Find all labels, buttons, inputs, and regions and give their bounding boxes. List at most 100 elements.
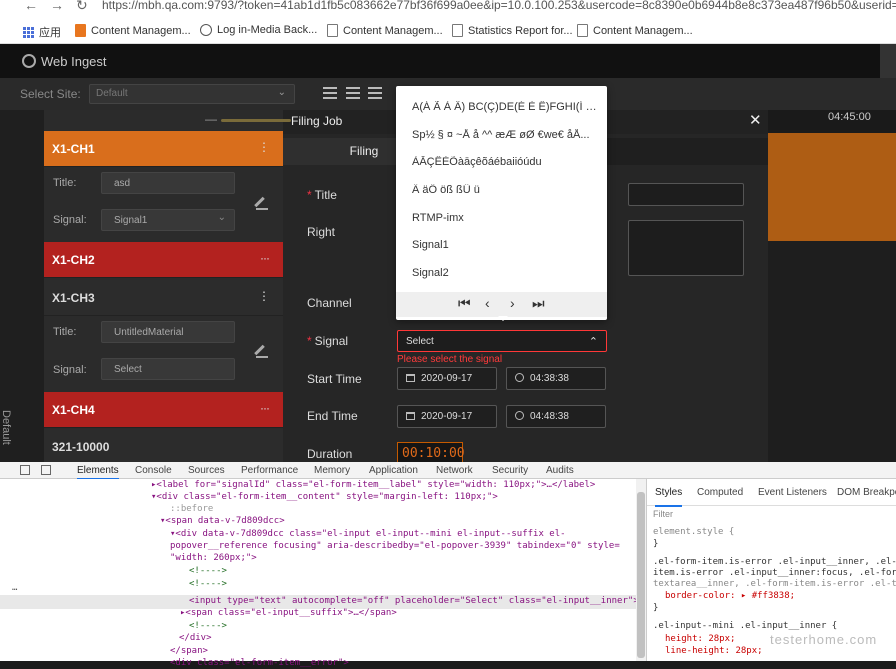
channel-title-input[interactable]: asd — [101, 172, 235, 194]
channel-signal-select[interactable]: Signal1 ⌄ — [101, 209, 235, 231]
bookmark-apps[interactable]: 应用 — [23, 24, 61, 40]
duration-label: Duration — [307, 447, 353, 461]
more-horizontal-icon[interactable]: ··· — [260, 401, 270, 415]
timeline-track-active[interactable] — [768, 133, 896, 241]
dom-node[interactable]: ▸<label for="signalId" class="el-form-it… — [151, 479, 595, 491]
css-selector[interactable]: .el-input--mini .el-input__inner { — [653, 621, 837, 632]
dom-node[interactable]: <div class="el-form-item__error"> — [170, 657, 349, 669]
start-time-picker[interactable]: 04:38:38 — [506, 367, 606, 390]
end-date-picker[interactable]: 2020-09-17 — [397, 405, 497, 428]
indent-icon[interactable] — [346, 87, 360, 99]
dom-comment[interactable]: <!----> — [189, 620, 227, 632]
dom-node[interactable]: </span> — [170, 645, 208, 657]
site-select[interactable]: Default ⌄ — [89, 84, 295, 104]
back-icon[interactable]: ← — [24, 0, 38, 13]
css-property-border-color[interactable]: border-color: ▸ #ff3838; — [665, 591, 795, 602]
side-default-label[interactable]: Default — [0, 410, 12, 445]
channel-row-321[interactable]: 321-10000 — [44, 429, 283, 465]
dom-node[interactable]: ::before — [170, 503, 213, 515]
channel-row-ch1[interactable]: X1-CH1 ⋮ — [44, 131, 283, 167]
tab-application[interactable]: Application — [369, 465, 418, 476]
bookmark-statistics[interactable]: Statistics Report for... — [452, 24, 573, 37]
url-text[interactable]: https://mbh.qa.com:9793/?token=41ab1d1fb… — [102, 0, 896, 12]
css-selector[interactable]: .el-form-item.is-error .el-input__inner,… — [653, 557, 896, 568]
tab-network[interactable]: Network — [436, 465, 473, 476]
timeline-track[interactable] — [768, 241, 896, 462]
signal-option[interactable]: A(Á Ã À Â) BC(Ç)DE(É È Ê)FGHI(Í Î Ì... — [412, 101, 597, 113]
signal-option[interactable]: Ä äÖ öß ßÜ ü — [412, 184, 597, 196]
list-icon[interactable] — [323, 87, 337, 99]
forward-icon[interactable]: → — [50, 0, 64, 13]
css-rule[interactable]: element.style { — [653, 527, 734, 538]
inspect-icon[interactable] — [20, 465, 30, 475]
edit-icon[interactable] — [256, 346, 268, 358]
channel-row-ch4[interactable]: X1-CH4 ··· — [44, 392, 283, 428]
signal-select[interactable]: Select ⌃ — [397, 330, 607, 352]
next-page-icon[interactable]: › — [510, 295, 515, 311]
channel-title-input[interactable]: UntitledMaterial — [101, 321, 235, 343]
calendar-icon — [406, 412, 415, 420]
more-horizontal-icon[interactable]: ··· — [260, 251, 270, 265]
tab-console[interactable]: Console — [135, 465, 172, 476]
channel-row-ch2[interactable]: X1-CH2 ··· — [44, 242, 283, 278]
dom-node[interactable]: "width: 260px;"> — [170, 552, 257, 564]
dom-node[interactable]: ▾<div data-v-7d809dcc class="el-input el… — [170, 528, 566, 540]
signal-option[interactable]: Sp½ § ¤ ~Å å ^^ æÆ øØ €we€ åÅ... — [412, 129, 597, 141]
tab-sources[interactable]: Sources — [188, 465, 225, 476]
more-vertical-icon[interactable]: ⋮ — [258, 140, 270, 154]
reload-icon[interactable]: ↻ — [76, 0, 88, 14]
signal-option[interactable]: ÀĀÇÊÈÕàāçêõáébaiióúdu — [412, 156, 597, 168]
bookmark-login[interactable]: Log in-Media Back... — [200, 24, 317, 36]
bookmark-content-1[interactable]: Content Managem... — [75, 24, 191, 37]
dom-node[interactable]: ▾<span data-v-7d809dcc> — [160, 515, 285, 527]
channel-row-ch3[interactable]: X1-CH3 ⋮ — [44, 280, 283, 316]
clock-icon — [515, 411, 524, 420]
tab-computed[interactable]: Computed — [697, 487, 743, 498]
dom-node[interactable]: </div> — [179, 632, 212, 644]
css-property-height[interactable]: height: 28px; — [665, 634, 735, 645]
dom-node[interactable]: ▸<span class="el-input__suffix">…</span> — [180, 607, 397, 619]
tab-elements[interactable]: Elements — [77, 465, 119, 480]
css-property-line-height[interactable]: line-height: 28px; — [665, 646, 763, 657]
bookmark-content-2[interactable]: Content Managem... — [327, 24, 443, 37]
dom-node-selected[interactable]: <input type="text" autocomplete="off" pl… — [189, 595, 639, 607]
signal-option[interactable]: Signal2 — [412, 267, 597, 279]
tab-memory[interactable]: Memory — [314, 465, 350, 476]
last-page-icon[interactable]: ⏭ — [532, 295, 545, 312]
more-vertical-icon[interactable]: ⋮ — [258, 289, 270, 303]
bookmark-content-3[interactable]: Content Managem... — [577, 24, 693, 37]
start-date-picker[interactable]: 2020-09-17 — [397, 367, 497, 390]
sliders-icon[interactable] — [368, 87, 382, 99]
channel-signal-select[interactable]: Select — [101, 358, 235, 380]
dialog-title: Filing Job — [291, 114, 343, 128]
dom-more-dots[interactable]: … — [12, 582, 17, 594]
signal-option[interactable]: RTMP-imx — [412, 212, 597, 224]
dom-node[interactable]: popover__reference focusing" aria-descri… — [170, 540, 620, 552]
signal-option[interactable]: Signal1 — [412, 239, 597, 251]
right-textarea[interactable] — [628, 220, 744, 276]
tab-styles[interactable]: Styles — [655, 487, 683, 507]
drag-handle[interactable] — [221, 119, 291, 122]
dom-comment[interactable]: <!----> — [189, 565, 227, 577]
tab-audits[interactable]: Audits — [546, 465, 574, 476]
browser-url-bar: ← → ↻ https://mbh.qa.com:9793/?token=41a… — [0, 0, 896, 17]
edit-icon[interactable] — [256, 198, 268, 210]
device-toggle-icon[interactable] — [41, 465, 51, 475]
css-selector[interactable]: item.is-error .el-input__inner:focus, .e… — [653, 568, 896, 579]
tab-security[interactable]: Security — [492, 465, 528, 476]
first-page-icon[interactable]: ⏮ — [458, 295, 471, 312]
styles-filter-input[interactable]: Filter — [653, 509, 673, 519]
prev-page-icon[interactable]: ‹ — [485, 295, 490, 311]
tab-dom-breakpoints[interactable]: DOM Breakpo — [837, 487, 896, 498]
css-selector[interactable]: textarea__inner, .el-form-item.is-error … — [653, 579, 896, 590]
dom-scrollbar-thumb[interactable] — [637, 492, 645, 658]
close-icon[interactable]: ✕ — [749, 111, 762, 129]
dom-comment[interactable]: <!----> — [189, 578, 227, 590]
duration-value[interactable]: 00:10:00 — [397, 442, 465, 462]
tab-event-listeners[interactable]: Event Listeners — [758, 487, 827, 498]
end-time-picker[interactable]: 04:48:38 — [506, 405, 606, 428]
minimize-icon[interactable]: — — [205, 112, 217, 126]
title-input[interactable] — [628, 183, 744, 206]
dom-node[interactable]: ▾<div class="el-form-item__content" styl… — [151, 491, 498, 503]
tab-performance[interactable]: Performance — [241, 465, 298, 476]
